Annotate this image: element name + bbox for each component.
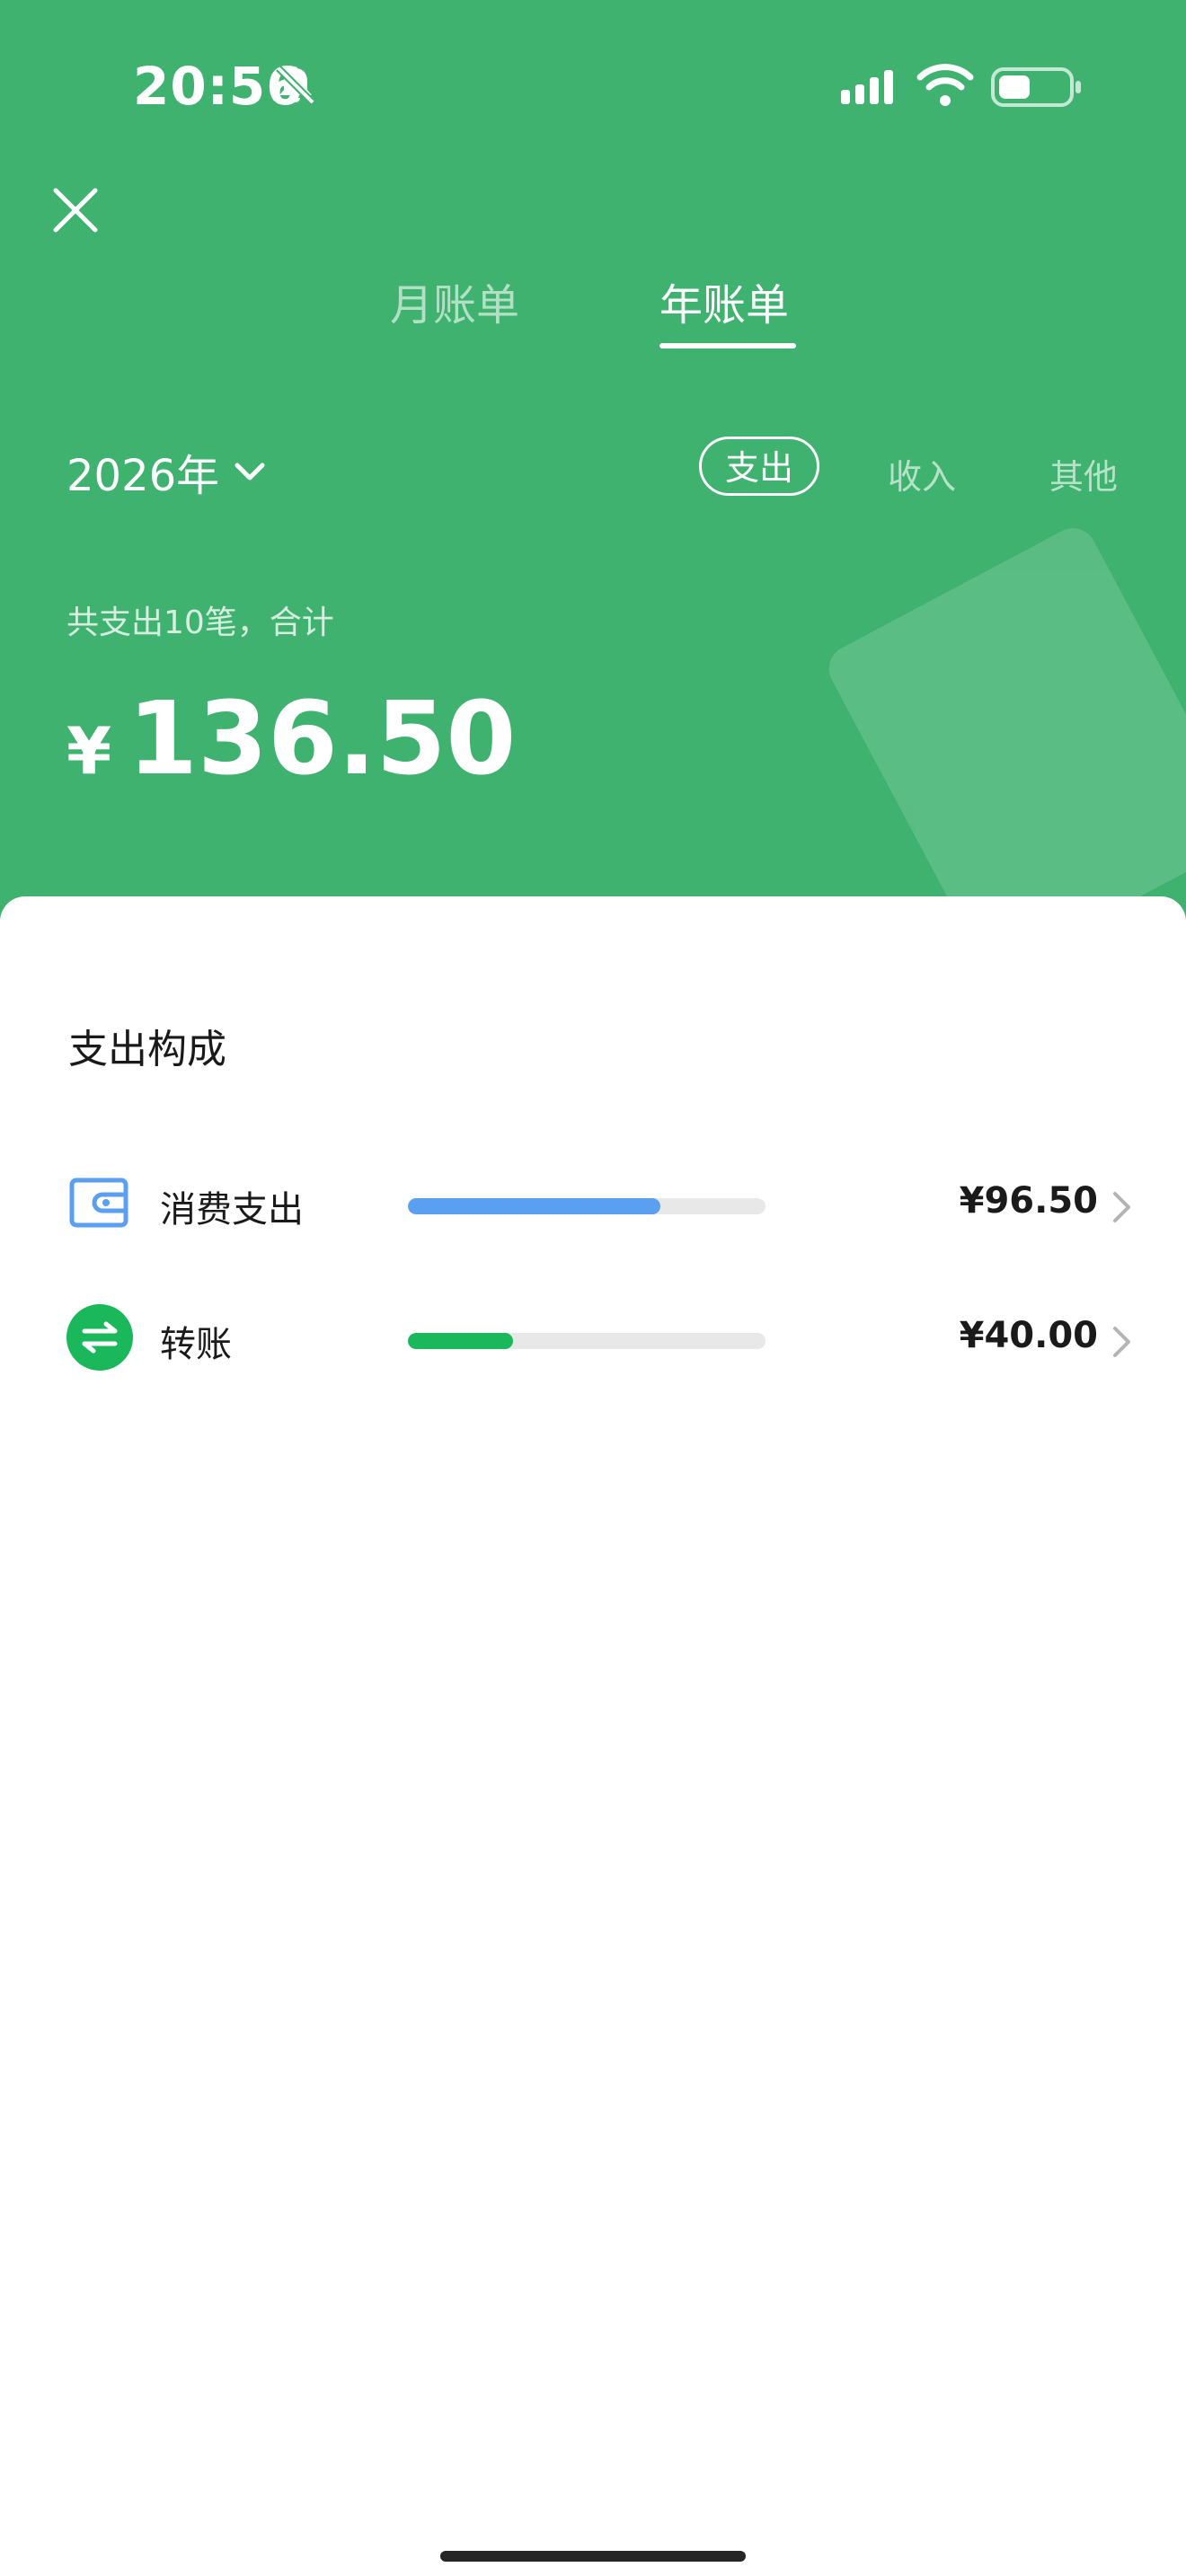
total-value: 136.50	[128, 681, 517, 798]
chevron-right-icon	[1113, 1192, 1130, 1222]
breakdown-row-consumption[interactable]: 消费支出 ¥96.50	[0, 1150, 1186, 1239]
row-amount: ¥96.50	[959, 1180, 1098, 1222]
chevron-right-icon	[1113, 1327, 1130, 1357]
summary-text: 共支出10笔，合计	[66, 604, 334, 641]
tab-income[interactable]: 收入	[888, 449, 956, 498]
chevron-down-icon	[235, 463, 265, 481]
tab-monthly-bill[interactable]: 月账单	[390, 269, 519, 332]
year-label: 2026年	[66, 451, 220, 501]
total-amount: ¥ 136.50	[66, 681, 516, 798]
progress-fill	[408, 1198, 661, 1214]
header: 20:56 月账单 年账单 2026年 支出 收入 其他 共支出10笔，合计 ¥…	[0, 0, 1186, 925]
transfer-icon	[66, 1304, 133, 1371]
tab-other[interactable]: 其他	[1049, 449, 1118, 498]
wifi-icon	[916, 64, 974, 106]
progress-track	[408, 1198, 766, 1214]
signal-icon	[841, 70, 893, 104]
progress-fill	[408, 1333, 513, 1349]
breakdown-sheet: 支出构成 消费支出 ¥96.50 转账 ¥40.00	[0, 896, 1186, 2576]
section-title: 支出构成	[68, 1027, 226, 1072]
row-label: 消费支出	[160, 1189, 304, 1231]
tab-yearly-bill[interactable]: 年账单	[659, 269, 789, 332]
wallet-icon	[69, 1178, 128, 1228]
row-amount: ¥40.00	[959, 1315, 1098, 1356]
home-indicator	[440, 2551, 746, 2562]
year-selector[interactable]: 2026年	[66, 440, 266, 503]
breakdown-row-transfer[interactable]: 转账 ¥40.00	[0, 1284, 1186, 1374]
progress-track	[408, 1333, 766, 1349]
currency-symbol: ¥	[66, 713, 112, 789]
battery-icon	[991, 67, 1081, 107]
row-label: 转账	[160, 1324, 232, 1365]
tab-expense[interactable]: 支出	[699, 437, 819, 496]
close-icon[interactable]	[50, 185, 101, 235]
receipt-illustration	[828, 528, 1186, 925]
tab-active-underline	[659, 343, 796, 348]
bell-mute-icon	[276, 66, 315, 105]
